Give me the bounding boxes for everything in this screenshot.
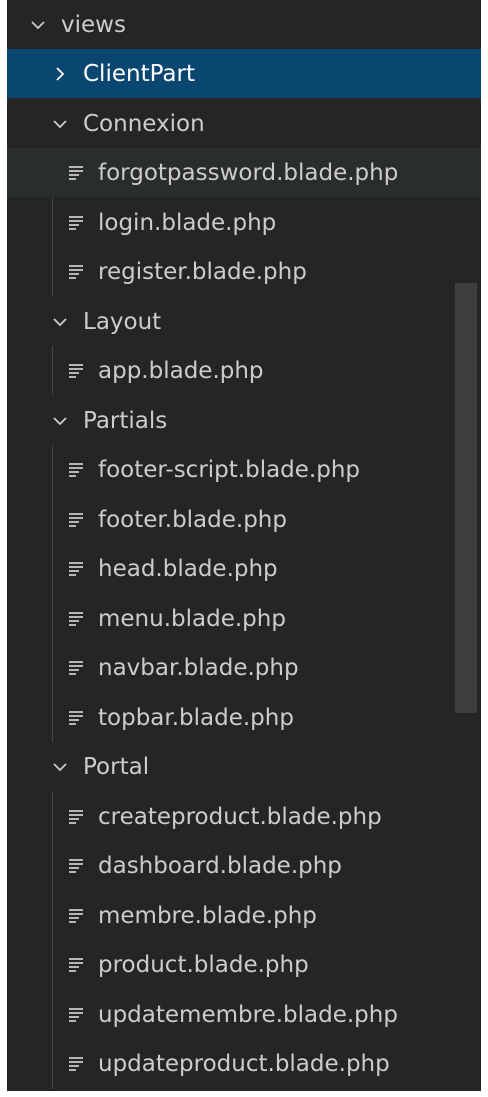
file-item[interactable]: menu.blade.php	[7, 594, 481, 643]
folder-label: Partials	[83, 407, 168, 434]
folder-label: Portal	[83, 753, 150, 780]
file-label: updateproduct.blade.php	[98, 1050, 390, 1077]
file-label: login.blade.php	[98, 209, 277, 236]
text-file-icon	[65, 905, 87, 927]
folder-layout[interactable]: Layout	[7, 297, 481, 346]
text-file-icon	[65, 1053, 87, 1075]
chevron-down-icon	[49, 410, 71, 432]
text-file-icon	[65, 855, 87, 877]
file-item[interactable]: navbar.blade.php	[7, 643, 481, 692]
file-label: head.blade.php	[98, 555, 278, 582]
folder-label: Layout	[83, 308, 162, 335]
file-explorer-panel: views ClientPart Connexion forgotpasswor…	[7, 0, 481, 1091]
text-file-icon	[65, 360, 87, 382]
text-file-icon	[65, 212, 87, 234]
file-label: product.blade.php	[98, 951, 309, 978]
file-item[interactable]: dashboard.blade.php	[7, 841, 481, 890]
text-file-icon	[65, 459, 87, 481]
text-file-icon	[65, 558, 87, 580]
file-label: navbar.blade.php	[98, 654, 299, 681]
text-file-icon	[65, 707, 87, 729]
file-item[interactable]: forgotpassword.blade.php	[7, 148, 481, 197]
folder-portal[interactable]: Portal	[7, 742, 481, 791]
file-label: register.blade.php	[98, 258, 307, 285]
chevron-down-icon	[27, 14, 49, 36]
text-file-icon	[65, 261, 87, 283]
file-item[interactable]: membre.blade.php	[7, 891, 481, 940]
file-item[interactable]: createproduct.blade.php	[7, 792, 481, 841]
chevron-down-icon	[49, 311, 71, 333]
text-file-icon	[65, 806, 87, 828]
file-item[interactable]: product.blade.php	[7, 940, 481, 989]
file-item[interactable]: footer-script.blade.php	[7, 445, 481, 494]
file-label: topbar.blade.php	[98, 704, 294, 731]
folder-clientpart[interactable]: ClientPart	[7, 49, 481, 98]
text-file-icon	[65, 954, 87, 976]
file-label: footer.blade.php	[98, 506, 287, 533]
file-label: menu.blade.php	[98, 605, 286, 632]
folder-connexion[interactable]: Connexion	[7, 99, 481, 148]
file-label: dashboard.blade.php	[98, 852, 342, 879]
vertical-scrollbar-thumb[interactable]	[455, 283, 477, 713]
file-item[interactable]: head.blade.php	[7, 544, 481, 593]
file-label: forgotpassword.blade.php	[98, 159, 399, 186]
file-item[interactable]: login.blade.php	[7, 198, 481, 247]
chevron-down-icon	[49, 113, 71, 135]
text-file-icon	[65, 509, 87, 531]
text-file-icon	[65, 162, 87, 184]
file-item[interactable]: footer.blade.php	[7, 495, 481, 544]
file-item[interactable]: updatemembre.blade.php	[7, 990, 481, 1039]
file-label: updatemembre.blade.php	[98, 1001, 398, 1028]
folder-partials[interactable]: Partials	[7, 396, 481, 445]
chevron-right-icon	[49, 63, 71, 85]
folder-label: views	[61, 11, 126, 38]
chevron-down-icon	[49, 756, 71, 778]
text-file-icon	[65, 608, 87, 630]
file-item[interactable]: updateproduct.blade.php	[7, 1039, 481, 1088]
file-label: membre.blade.php	[98, 902, 317, 929]
text-file-icon	[65, 1004, 87, 1026]
text-file-icon	[65, 657, 87, 679]
file-label: createproduct.blade.php	[98, 803, 382, 830]
file-item[interactable]: app.blade.php	[7, 346, 481, 395]
file-label: footer-script.blade.php	[98, 456, 361, 483]
folder-label: Connexion	[83, 110, 205, 137]
file-item[interactable]: topbar.blade.php	[7, 693, 481, 742]
folder-label: ClientPart	[83, 60, 195, 87]
file-label: app.blade.php	[98, 357, 264, 384]
file-item[interactable]: register.blade.php	[7, 247, 481, 296]
folder-views[interactable]: views	[7, 0, 481, 49]
